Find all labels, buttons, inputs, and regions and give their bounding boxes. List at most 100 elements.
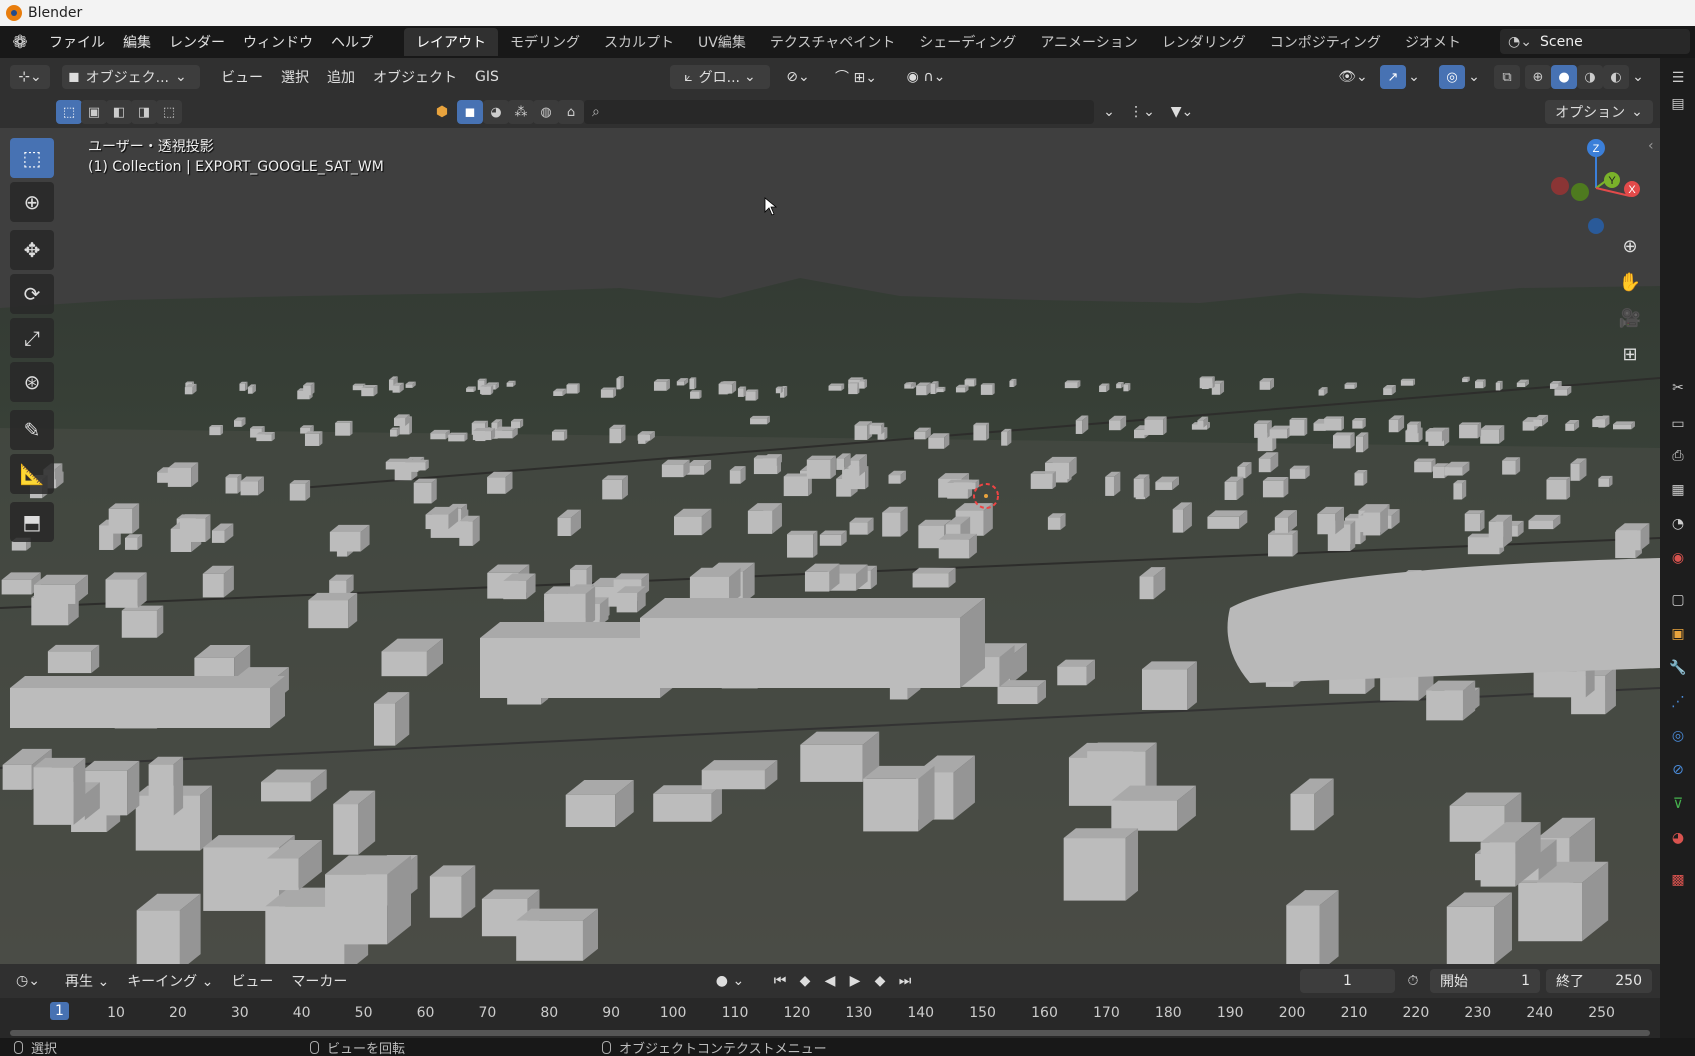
object-properties-icon[interactable]: ▣ (1668, 624, 1688, 644)
tab-modeling[interactable]: モデリング (498, 28, 592, 56)
navigation-gizmo[interactable]: Z Y X (1540, 136, 1640, 236)
menu-render[interactable]: レンダー (160, 32, 234, 52)
view-layer-icon[interactable]: ▦ (1668, 480, 1688, 500)
menu-playback[interactable]: 再生 ⌄ (56, 971, 118, 991)
wireframe-shading-icon[interactable]: ⊕ (1525, 65, 1551, 89)
data-properties-icon[interactable]: ⊽ (1668, 794, 1688, 814)
start-frame-field[interactable]: 開始 1 (1430, 969, 1540, 993)
snap-icon[interactable]: ⌒ ⊞⌄ (826, 65, 886, 89)
tab-compositing[interactable]: コンポジティング (1258, 28, 1393, 56)
particles-filter-icon[interactable]: ⁂ (508, 100, 534, 124)
current-frame-field[interactable]: 1 (1300, 969, 1395, 993)
world-filter-icon[interactable]: ◍ (533, 100, 559, 124)
transform-tool-icon[interactable]: ⊛ (10, 362, 54, 402)
properties-editor-icon[interactable]: ▤ (1668, 94, 1688, 114)
camera-view-icon[interactable]: 🎥 (1612, 300, 1648, 336)
rotate-tool-icon[interactable]: ⟳ (10, 274, 54, 314)
world-properties-icon[interactable]: ◉ (1668, 548, 1688, 568)
output-properties-icon[interactable]: ⎙ (1668, 446, 1688, 466)
measure-tool-icon[interactable]: 📐 (10, 454, 54, 494)
tool-settings-icon[interactable]: ✂ (1668, 378, 1688, 398)
editor-type-dropdown[interactable]: ⊹⌄ (10, 65, 50, 89)
timeline-editor-type-icon[interactable]: ◷⌄ (10, 969, 46, 993)
play-reverse-icon[interactable]: ◀ (820, 969, 840, 993)
tab-shading[interactable]: シェーディング (907, 28, 1028, 56)
search-input[interactable]: ⌕ (584, 100, 1094, 124)
menu-gis[interactable]: GIS (466, 69, 508, 85)
jump-start-icon[interactable]: ⏮ (770, 969, 790, 993)
tab-geometry-nodes[interactable]: ジオメト (1393, 28, 1473, 56)
collection-properties-icon[interactable]: ▢ (1668, 590, 1688, 610)
gis-color-icon[interactable]: ⬢ (432, 100, 452, 124)
scale-tool-icon[interactable]: ⤢ (10, 318, 54, 358)
xray-icon[interactable]: ⧉ (1494, 65, 1520, 89)
select-new-icon[interactable]: ⬚ (56, 100, 82, 124)
annotate-tool-icon[interactable]: ✎ (10, 410, 54, 450)
constraint-properties-icon[interactable]: ⊘ (1668, 760, 1688, 780)
options-dropdown[interactable]: オプション ⌄ (1545, 100, 1653, 124)
material-shading-icon[interactable]: ◑ (1577, 65, 1603, 89)
prev-keyframe-icon[interactable]: ◆ (795, 969, 815, 993)
3d-viewport[interactable]: ユーザー・透視投影 (1) Collection | EXPORT_GOOGLE… (0, 128, 1660, 964)
menu-select[interactable]: 選択 (272, 67, 318, 87)
modifier-properties-icon[interactable]: 🔧 (1668, 658, 1688, 678)
mode-dropdown[interactable]: ◼ オブジェク... ⌄ (62, 65, 200, 89)
menu-help[interactable]: ヘルプ (322, 32, 382, 52)
menu-keying[interactable]: キーイング ⌄ (118, 971, 222, 991)
chevron-down-icon[interactable]: ⌄ (1466, 65, 1482, 89)
menu-file[interactable]: ファイル (40, 32, 114, 52)
play-icon[interactable]: ▶ (845, 969, 865, 993)
timeline-ruler[interactable]: 1 10 20 30 40 50 60 70 80 90 100 110 120 130 140 150 160… (0, 998, 1660, 1028)
restrict-icon[interactable]: ⌄ (1096, 100, 1122, 124)
tab-layout[interactable]: レイアウト (404, 28, 498, 56)
add-cube-tool-icon[interactable]: ⬒ (10, 502, 54, 542)
menu-marker[interactable]: マーカー (282, 971, 356, 991)
blender-menu-icon[interactable]: ❁ (0, 32, 40, 53)
select-extend-icon[interactable]: ▣ (81, 100, 107, 124)
jump-end-icon[interactable]: ⏭ (895, 969, 915, 993)
texture-properties-icon[interactable]: ▩ (1668, 870, 1688, 890)
physics-properties-icon[interactable]: ◎ (1668, 726, 1688, 746)
cursor-tool-icon[interactable]: ⊕ (10, 182, 54, 222)
auto-keying-icon[interactable]: ● ⌄ (710, 969, 750, 993)
render-properties-icon[interactable]: ▭ (1668, 414, 1688, 434)
select-intersect-icon[interactable]: ⬚ (156, 100, 182, 124)
object-filter-icon[interactable]: ◼ (457, 100, 483, 124)
material-filter-icon[interactable]: ◕ (483, 100, 509, 124)
menu-view[interactable]: ビュー (212, 67, 272, 87)
select-box-tool-icon[interactable]: ⬚ (10, 138, 54, 178)
outliner-icon[interactable]: ☰ (1668, 68, 1688, 88)
select-subtract-icon[interactable]: ◧ (106, 100, 132, 124)
scene-selector[interactable]: ◔⌄ Scene (1500, 29, 1690, 54)
sidebar-toggle-icon[interactable]: ‹ (1648, 138, 1654, 154)
filter-icon[interactable]: ▼⌄ (1162, 100, 1202, 124)
stopwatch-icon[interactable]: ⏱ (1400, 969, 1426, 993)
brush-filter-icon[interactable]: ⌂ (558, 100, 584, 124)
pan-hand-icon[interactable]: ✋ (1612, 264, 1648, 300)
proportional-edit-icon[interactable]: ◉ ∩⌄ (896, 65, 956, 89)
visibility-icon[interactable]: 👁⌄ (1333, 65, 1373, 89)
overlay-toggle-icon[interactable]: ◎ (1439, 65, 1465, 89)
chevron-down-icon[interactable]: ⌄ (1406, 65, 1422, 89)
tab-sculpt[interactable]: スカルプト (592, 28, 686, 56)
tab-uv-edit[interactable]: UV編集 (686, 28, 758, 56)
move-tool-icon[interactable]: ✥ (10, 230, 54, 270)
orthographic-grid-icon[interactable]: ⊞ (1612, 336, 1648, 372)
particles-properties-icon[interactable]: ⋰ (1668, 692, 1688, 712)
select-invert-icon[interactable]: ◨ (131, 100, 157, 124)
transform-orientation-dropdown[interactable]: ⟀ グロ... ⌄ (670, 65, 770, 89)
hierarchy-icon[interactable]: ⋮⌄ (1124, 100, 1160, 124)
menu-add[interactable]: 追加 (318, 67, 364, 87)
solid-shading-icon[interactable]: ● (1551, 65, 1577, 89)
menu-object[interactable]: オブジェクト (364, 67, 466, 87)
material-properties-icon[interactable]: ◕ (1668, 828, 1688, 848)
rendered-shading-icon[interactable]: ◐ (1603, 65, 1629, 89)
tab-rendering[interactable]: レンダリング (1150, 28, 1258, 56)
scene-properties-icon[interactable]: ◔ (1668, 514, 1688, 534)
tab-animation[interactable]: アニメーション (1028, 28, 1149, 56)
menu-window[interactable]: ウィンドウ (234, 32, 322, 52)
zoom-icon[interactable]: ⊕ (1612, 228, 1648, 264)
menu-edit[interactable]: 編集 (114, 32, 160, 52)
gizmo-toggle-icon[interactable]: ↗ (1380, 65, 1406, 89)
pivot-point-icon[interactable]: ⊘⌄ (780, 65, 816, 89)
